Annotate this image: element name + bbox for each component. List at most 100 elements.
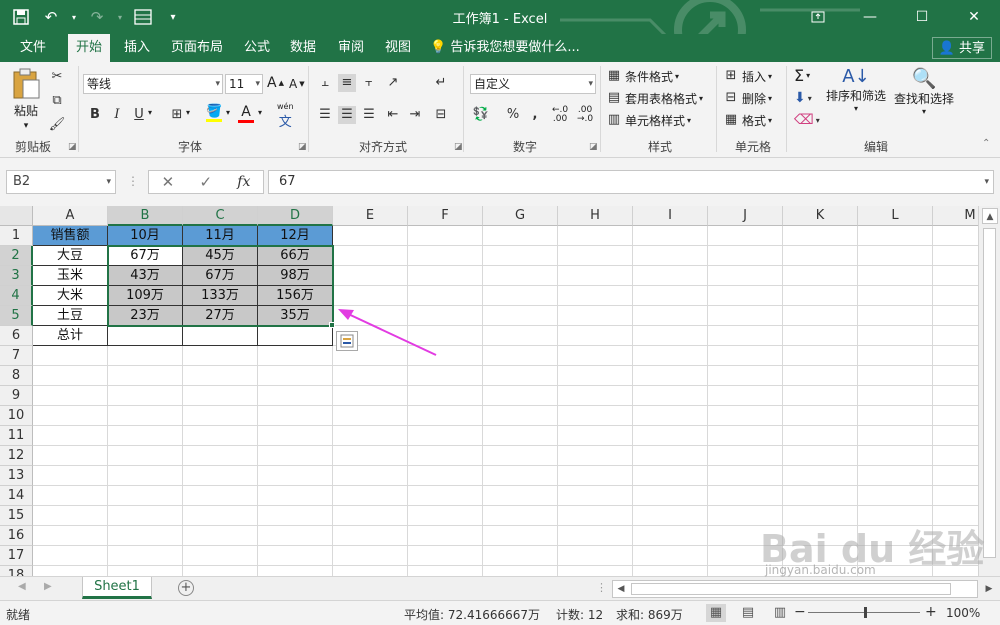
cell-b1[interactable]: 10月: [108, 226, 183, 246]
format-cells-button[interactable]: ▦ 格式 ▾: [722, 111, 772, 129]
cell-f15[interactable]: [408, 506, 483, 526]
tab-page-layout[interactable]: 页面布局: [163, 34, 231, 62]
cell-g1[interactable]: [483, 226, 558, 246]
cell-h5[interactable]: [558, 306, 633, 326]
cell-m13[interactable]: [933, 466, 978, 486]
row-header-5[interactable]: 5: [0, 306, 33, 326]
scroll-up-icon[interactable]: ▲: [982, 208, 998, 224]
row-header-9[interactable]: 9: [0, 386, 33, 406]
close-icon[interactable]: ✕: [948, 0, 1000, 34]
cell-m8[interactable]: [933, 366, 978, 386]
row-header-6[interactable]: 6: [0, 326, 33, 346]
cell-k7[interactable]: [783, 346, 858, 366]
dialog-launcher-icon[interactable]: ◪: [68, 142, 77, 152]
cell-l6[interactable]: [858, 326, 933, 346]
cell-c13[interactable]: [183, 466, 258, 486]
row-header-14[interactable]: 14: [0, 486, 33, 506]
cell-m3[interactable]: [933, 266, 978, 286]
cell-h4[interactable]: [558, 286, 633, 306]
cell-d18[interactable]: [258, 566, 333, 576]
cell-m1[interactable]: [933, 226, 978, 246]
scroll-right-icon[interactable]: ▶: [981, 581, 997, 597]
row-header-13[interactable]: 13: [0, 466, 33, 486]
formula-input[interactable]: 67 ▾: [268, 170, 994, 194]
maximize-icon[interactable]: ☐: [896, 0, 948, 34]
increase-font-icon[interactable]: A ▲: [267, 75, 284, 91]
cell-l12[interactable]: [858, 446, 933, 466]
cell-d5[interactable]: 35万: [258, 306, 333, 326]
cell-style-button[interactable]: ▥ 单元格样式 ▾: [605, 111, 691, 129]
wrap-text-icon[interactable]: ↵: [432, 74, 450, 92]
cell-k9[interactable]: [783, 386, 858, 406]
cell-a8[interactable]: [33, 366, 108, 386]
fill-color-button[interactable]: 🪣: [206, 104, 222, 122]
cell-a5[interactable]: 土豆: [33, 306, 108, 326]
cell-l7[interactable]: [858, 346, 933, 366]
prev-sheet-icon[interactable]: ◀: [18, 581, 26, 592]
cell-g15[interactable]: [483, 506, 558, 526]
font-color-button[interactable]: A: [238, 104, 254, 123]
cell-g10[interactable]: [483, 406, 558, 426]
cell-a16[interactable]: [33, 526, 108, 546]
row-header-18[interactable]: 18: [0, 566, 33, 576]
cell-c12[interactable]: [183, 446, 258, 466]
cell-g14[interactable]: [483, 486, 558, 506]
cell-k5[interactable]: [783, 306, 858, 326]
cell-j8[interactable]: [708, 366, 783, 386]
cell-f8[interactable]: [408, 366, 483, 386]
font-size-combo[interactable]: 11 ▾: [225, 74, 263, 94]
cell-m7[interactable]: [933, 346, 978, 366]
cell-h11[interactable]: [558, 426, 633, 446]
cell-d11[interactable]: [258, 426, 333, 446]
cell-i5[interactable]: [633, 306, 708, 326]
cell-d7[interactable]: [258, 346, 333, 366]
cell-f3[interactable]: [408, 266, 483, 286]
cell-g9[interactable]: [483, 386, 558, 406]
cell-e17[interactable]: [333, 546, 408, 566]
cell-e11[interactable]: [333, 426, 408, 446]
cell-c6[interactable]: [183, 326, 258, 346]
cell-l14[interactable]: [858, 486, 933, 506]
cell-g11[interactable]: [483, 426, 558, 446]
add-sheet-icon[interactable]: +: [178, 580, 194, 596]
cell-j2[interactable]: [708, 246, 783, 266]
cell-c14[interactable]: [183, 486, 258, 506]
cell-b12[interactable]: [108, 446, 183, 466]
cell-m14[interactable]: [933, 486, 978, 506]
cell-l3[interactable]: [858, 266, 933, 286]
cell-b9[interactable]: [108, 386, 183, 406]
cell-h15[interactable]: [558, 506, 633, 526]
format-painter-icon[interactable]: 🖌: [48, 116, 66, 134]
insert-cells-button[interactable]: ⊞ 插入 ▾: [722, 67, 772, 85]
row-header-11[interactable]: 11: [0, 426, 33, 446]
share-button[interactable]: 👤 共享: [931, 37, 992, 59]
dialog-launcher-icon[interactable]: ◪: [589, 142, 598, 152]
cell-a6[interactable]: 总计: [33, 326, 108, 346]
page-layout-view-icon[interactable]: ▤: [738, 604, 758, 622]
cell-k4[interactable]: [783, 286, 858, 306]
row-header-12[interactable]: 12: [0, 446, 33, 466]
cell-j1[interactable]: [708, 226, 783, 246]
cell-a15[interactable]: [33, 506, 108, 526]
cell-h9[interactable]: [558, 386, 633, 406]
cell-l10[interactable]: [858, 406, 933, 426]
cell-c16[interactable]: [183, 526, 258, 546]
cell-i8[interactable]: [633, 366, 708, 386]
cell-b4[interactable]: 109万: [108, 286, 183, 306]
cell-h2[interactable]: [558, 246, 633, 266]
cell-e9[interactable]: [333, 386, 408, 406]
row-header-8[interactable]: 8: [0, 366, 33, 386]
cell-d6[interactable]: [258, 326, 333, 346]
cell-d8[interactable]: [258, 366, 333, 386]
cell-k2[interactable]: [783, 246, 858, 266]
cell-c3[interactable]: 67万: [183, 266, 258, 286]
font-name-combo[interactable]: 等线 ▾: [83, 74, 223, 94]
bottom-align-icon[interactable]: ⫟: [360, 74, 378, 92]
cell-e2[interactable]: [333, 246, 408, 266]
cell-g4[interactable]: [483, 286, 558, 306]
cell-h16[interactable]: [558, 526, 633, 546]
cell-l1[interactable]: [858, 226, 933, 246]
cell-h8[interactable]: [558, 366, 633, 386]
row-header-17[interactable]: 17: [0, 546, 33, 566]
cell-f2[interactable]: [408, 246, 483, 266]
